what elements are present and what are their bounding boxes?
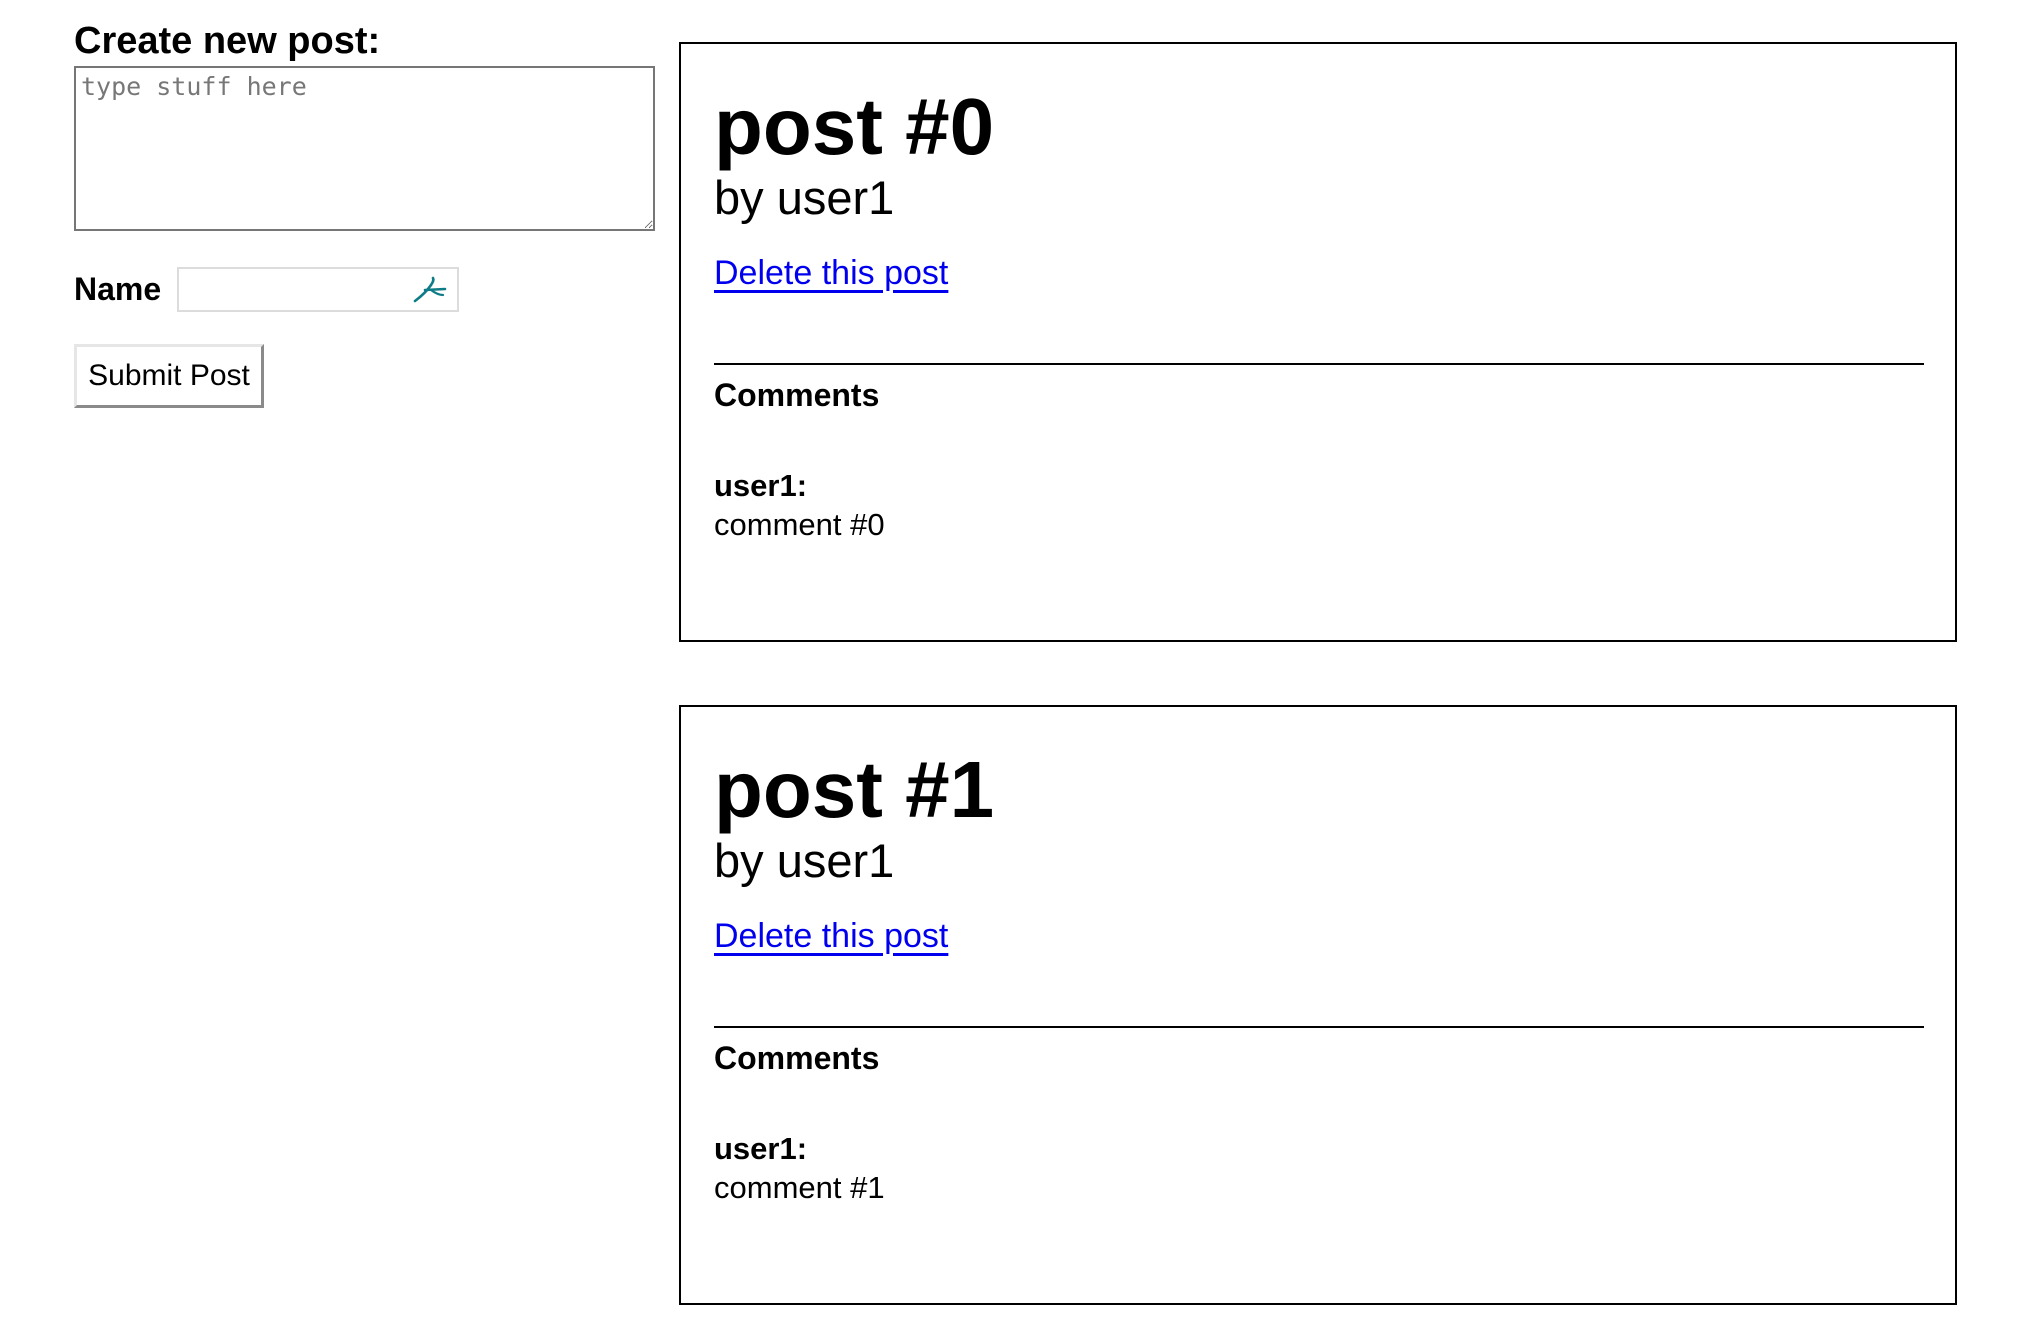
post-title: post #0 (714, 82, 995, 171)
name-input[interactable] (185, 269, 410, 310)
comments-heading: Comments (714, 1040, 880, 1076)
name-row: Name (74, 267, 664, 312)
comments-heading: Comments (714, 377, 880, 413)
name-label: Name (74, 271, 162, 307)
page: Create new post: Name Submit Post post #… (0, 0, 2036, 1334)
comment-text: comment #1 (714, 1170, 885, 1205)
post-divider (714, 1026, 1924, 1028)
post-card: post #0 by user1 Delete this post Commen… (679, 42, 1957, 642)
comment-text: comment #0 (714, 507, 885, 542)
comment-user: user1: (714, 468, 808, 503)
submit-post-button[interactable]: Submit Post (74, 344, 264, 408)
autofill-icon[interactable] (411, 275, 449, 305)
comment: user1: comment #1 (714, 1130, 1922, 1208)
create-post-form: Create new post: Name Submit Post (74, 0, 664, 408)
form-title: Create new post: (74, 20, 381, 62)
post-title: post #1 (714, 745, 995, 834)
comment: user1: comment #0 (714, 467, 1922, 545)
delete-post-link[interactable]: Delete this post (714, 254, 948, 293)
posts-list: post #0 by user1 Delete this post Commen… (679, 42, 1957, 1334)
name-input-container[interactable] (177, 267, 460, 312)
post-content-textarea[interactable] (74, 66, 655, 231)
post-divider (714, 363, 1924, 365)
post-author: by user1 (714, 171, 895, 224)
post-card: post #1 by user1 Delete this post Commen… (679, 705, 1957, 1305)
post-author: by user1 (714, 834, 895, 887)
delete-post-link[interactable]: Delete this post (714, 917, 948, 956)
comment-user: user1: (714, 1131, 808, 1166)
